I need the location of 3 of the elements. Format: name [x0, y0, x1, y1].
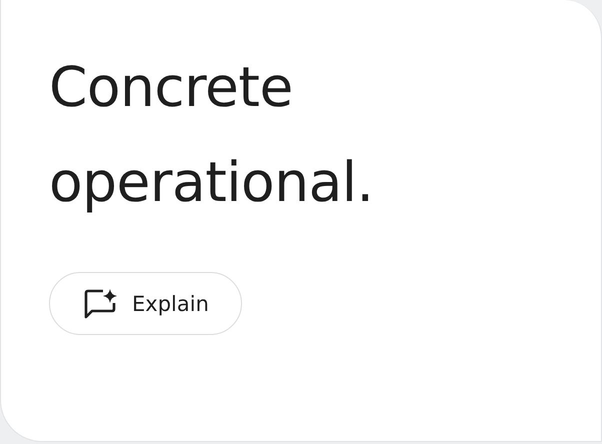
chat-sparkle-icon [84, 288, 118, 320]
explain-button[interactable]: Explain [49, 272, 242, 335]
answer-text: Concrete operational. [49, 54, 375, 216]
